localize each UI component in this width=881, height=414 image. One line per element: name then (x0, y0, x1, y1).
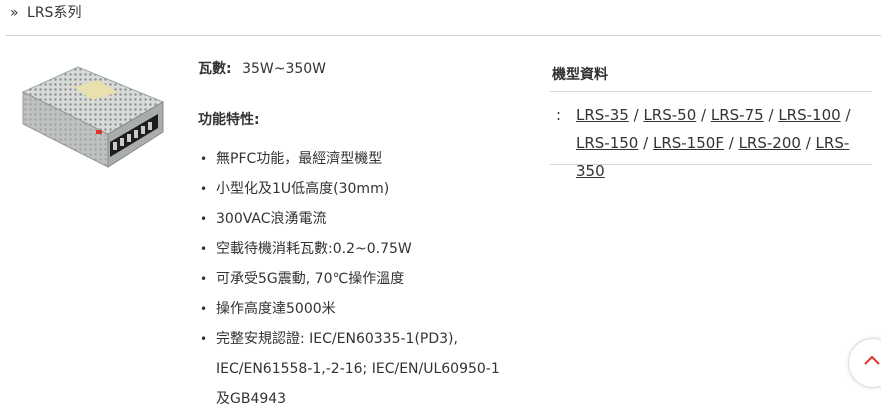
bullet-icon: • (200, 302, 208, 316)
wattage-row: 瓦數: 35W~350W (198, 58, 326, 78)
model-link[interactable]: LRS-75 (711, 106, 764, 124)
wattage-value: 35W~350W (242, 61, 327, 77)
separator: / (768, 106, 774, 124)
feature-item-continued: IEC/EN61558-1,-2-16; IEC/EN/UL60950-1 (216, 361, 500, 377)
model-link[interactable]: LRS-50 (643, 106, 696, 124)
model-link[interactable]: LRS-100 (778, 106, 840, 124)
separator: / (701, 106, 707, 124)
feature-item: • 300VAC浪湧電流 (198, 204, 518, 234)
product-image (21, 66, 165, 168)
separator: / (805, 134, 811, 152)
models-divider-bottom (550, 164, 872, 165)
bullet-icon: • (200, 212, 208, 226)
features-list: • 無PFC功能，最經濟型機型 • 小型化及1U低高度(30mm) • 300VAC浪… (198, 144, 518, 414)
features-title: 功能特性: (198, 112, 260, 128)
separator: / (643, 134, 649, 152)
chevron-up-icon (864, 355, 880, 365)
bullet-icon: • (200, 242, 208, 256)
model-link[interactable]: LRS-150 (576, 134, 638, 152)
model-link[interactable]: LRS-35 (576, 106, 629, 124)
bullet-icon: • (200, 182, 208, 196)
breadcrumb-label[interactable]: LRS系列 (27, 5, 81, 21)
breadcrumb: » LRS系列 (10, 2, 81, 22)
feature-item: • 小型化及1U低高度(30mm) (198, 174, 518, 204)
scroll-top-button[interactable] (848, 338, 881, 388)
bullet-icon: • (200, 272, 208, 286)
feature-item: • 可承受5G震動, 70℃操作溫度 (198, 264, 518, 294)
feature-item: • 空載待機消耗瓦數:0.2~0.75W (198, 234, 518, 264)
separator: / (845, 106, 851, 124)
feature-item: • 完整安規認證: IEC/EN60335-1(PD3), (198, 324, 518, 354)
models-title: 機型資料 (552, 67, 608, 83)
bullet-icon: • (200, 152, 208, 166)
header-divider (6, 35, 881, 36)
chevron-right-icon: » (10, 5, 19, 21)
model-link[interactable]: LRS-150F (653, 134, 724, 152)
feature-item: • 操作高度達5000米 (198, 294, 518, 324)
feature-item: • 無PFC功能，最經濟型機型 (198, 144, 518, 174)
bullet-icon: • (200, 332, 208, 346)
models-divider-top (550, 91, 872, 92)
models-colon: : (556, 106, 562, 124)
feature-item-continued: 及GB4943 (216, 391, 287, 407)
separator: / (728, 134, 734, 152)
separator: / (633, 106, 639, 124)
model-link[interactable]: LRS-200 (739, 134, 801, 152)
wattage-label: 瓦數: (198, 61, 232, 77)
